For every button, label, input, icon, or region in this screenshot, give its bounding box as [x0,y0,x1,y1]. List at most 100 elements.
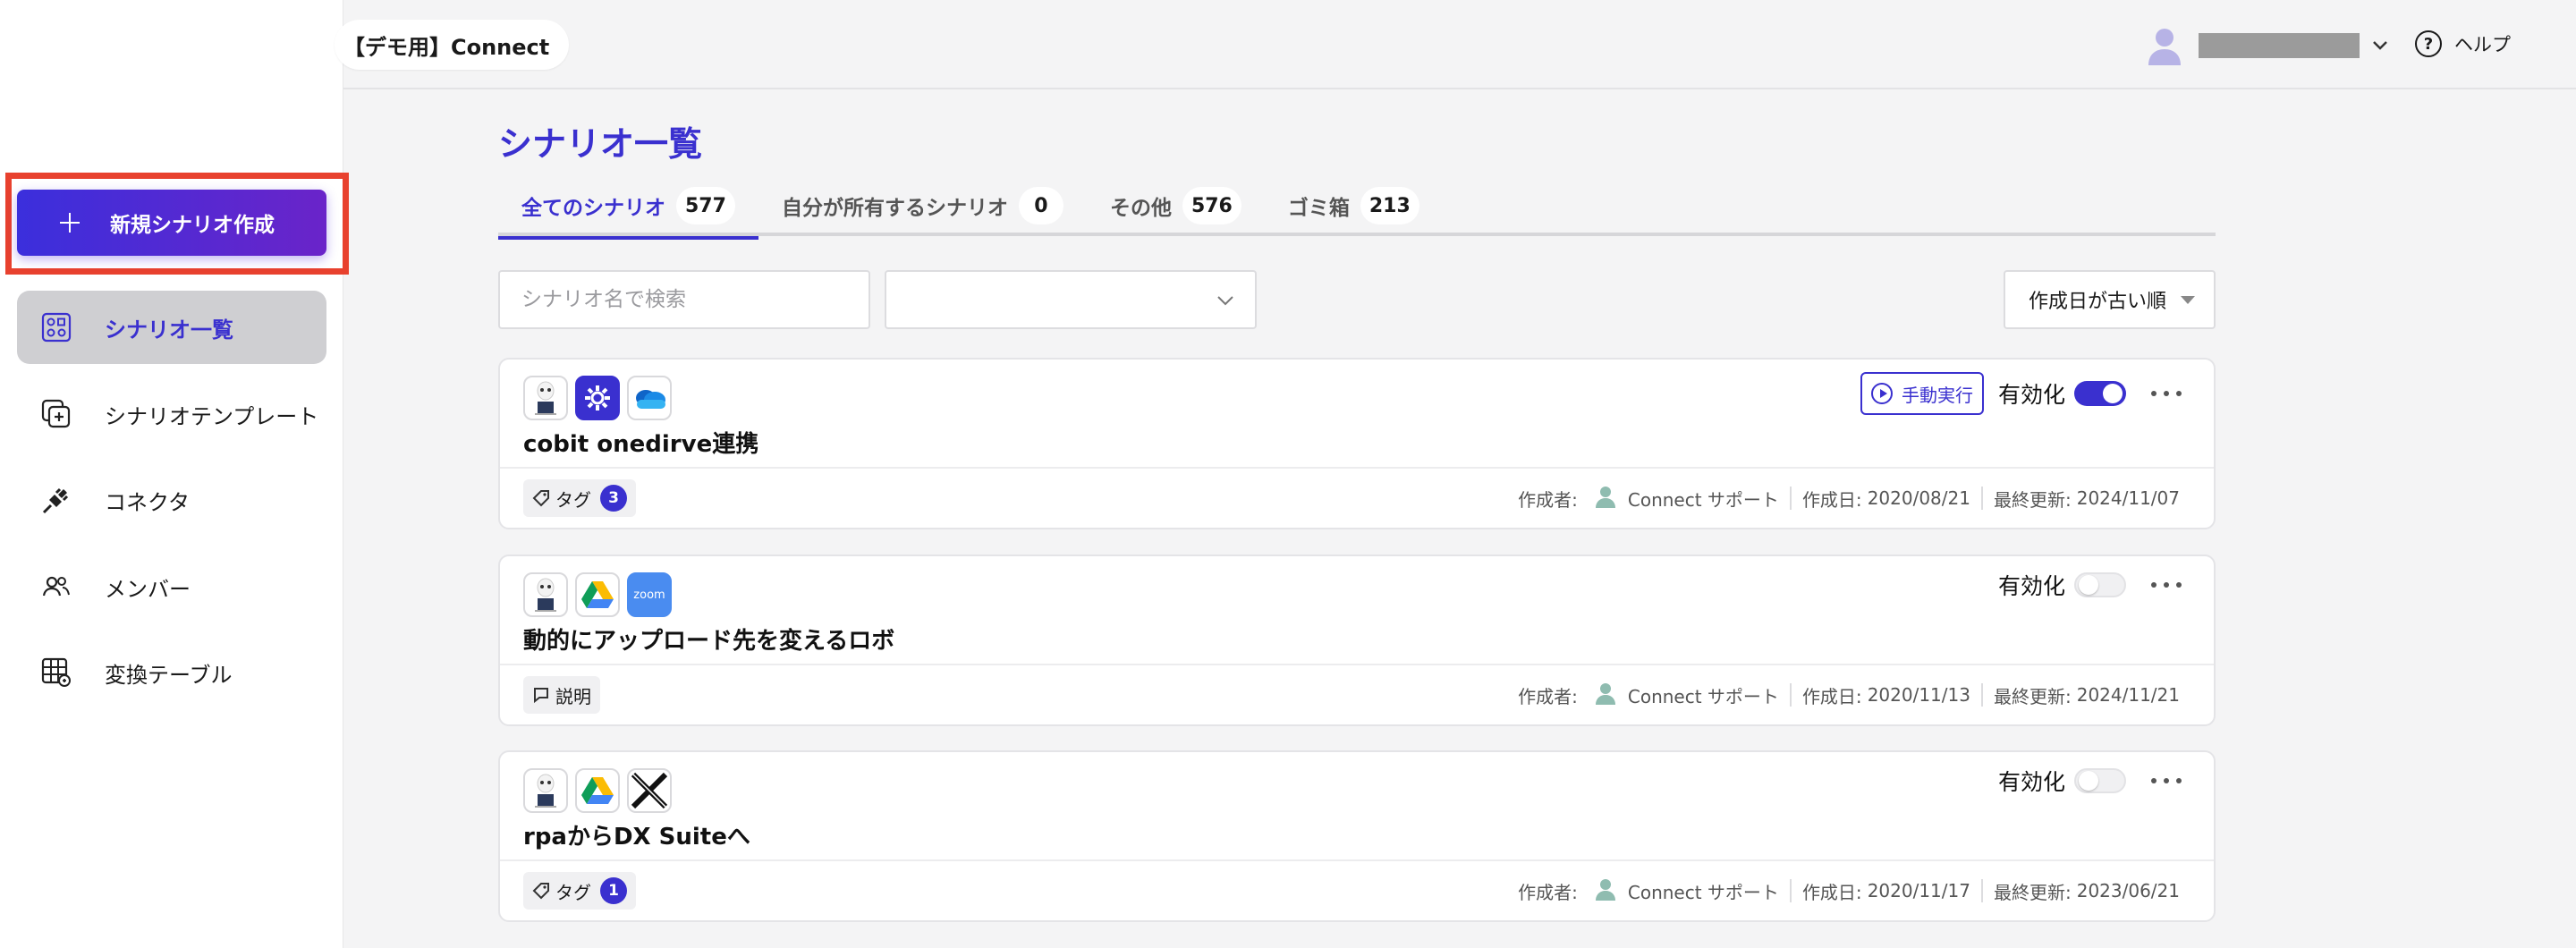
scenario-tabs: 全てのシナリオ 577 自分が所有するシナリオ 0 その他 576 ゴミ箱 21… [498,175,2216,240]
tag-icon [532,883,549,900]
sidebar-item-scenario-list[interactable]: シナリオ一覧 [17,291,326,364]
tab-label: 自分が所有するシナリオ [781,197,1008,220]
tag-label: タグ [555,881,591,903]
tab-others[interactable]: その他 576 [1087,175,1265,236]
updated-label: 最終更新: [1993,685,2072,707]
enable-toggle[interactable] [2074,768,2126,793]
tag-badge[interactable]: タグ 1 [523,872,636,910]
card-divider [500,467,2214,469]
enable-label: 有効化 [1997,573,2065,599]
robot-icon [523,572,568,617]
sidebar-item-label: シナリオテンプレート [105,403,319,429]
enable-toggle[interactable] [2074,572,2126,597]
tag-icon [532,490,549,507]
more-options-icon[interactable] [2151,380,2182,407]
tab-trash[interactable]: ゴミ箱 213 [1265,175,1443,236]
play-icon [1870,383,1893,404]
connector-icons [523,768,679,813]
tag-badge[interactable]: タグ 3 [523,479,636,517]
scenario-title[interactable]: cobit onedirve連携 [523,426,758,459]
chevron-down-icon [1217,296,1233,306]
sidebar-item-templates[interactable]: シナリオテンプレート [17,377,326,451]
tab-label: その他 [1109,197,1172,220]
robot-icon [523,768,568,813]
user-name-redacted [2199,33,2360,58]
created-date: 2020/11/17 [1867,880,1970,901]
creator-label: 作成者: [1518,685,1578,707]
google-drive-icon [575,768,620,813]
filter-select[interactable] [885,270,1257,329]
tag-label: タグ [555,488,591,511]
tab-label: ゴミ箱 [1287,197,1350,220]
new-scenario-label: 新規シナリオ作成 [110,214,275,237]
robot-icon [523,376,568,420]
card-divider [500,664,2214,665]
created-label: 作成日: [1801,881,1862,903]
scenario-title[interactable]: 動的にアップロード先を変えるロボ [523,622,894,656]
creator-avatar-icon [1595,683,1615,705]
created-label: 作成日: [1801,488,1862,511]
updated-date: 2023/06/21 [2076,880,2180,901]
chevron-down-icon [2373,41,2387,50]
plus-icon [60,213,80,233]
scenario-card[interactable]: zoom 有効化 動的にアップロード先を変えるロボ 説明 作成者: Connec… [498,554,2216,726]
meta-separator [1980,487,1983,510]
creator-label: 作成者: [1518,488,1578,511]
tab-count: 0 [1018,187,1063,224]
manual-run-label: 手動実行 [1901,384,1973,406]
scenario-meta: 作成者: Connect サポート 作成日: 2020/11/17 最終更新: … [1518,877,2180,904]
zoom-icon: zoom [627,572,672,617]
created-label: 作成日: [1801,685,1862,707]
page-title: シナリオ一覧 [498,124,703,164]
top-header: 【デモ用】Connect ? ヘルプ [335,0,2576,89]
creator-avatar-icon [1595,487,1615,508]
help-label: ヘルプ [2454,34,2511,55]
sidebar-item-connectors[interactable]: コネクタ [17,463,326,537]
enable-label: 有効化 [1997,382,2065,408]
card-divider [500,859,2214,861]
scenario-grid-icon [40,311,72,343]
connector-icons [523,376,679,420]
sidebar-item-members[interactable]: メンバー [17,550,326,623]
tab-all-scenarios[interactable]: 全てのシナリオ 577 [498,175,758,240]
user-menu[interactable] [2147,25,2388,66]
user-avatar-icon [2148,29,2181,65]
description-label: 説明 [555,685,591,707]
zoom-logo-text: zoom [633,588,665,602]
updated-date: 2024/11/07 [2076,487,2180,509]
sort-select[interactable]: 作成日が古い順 [2004,270,2216,329]
scenario-card[interactable]: 手動実行 有効化 cobit onedirve連携 タグ 3 作成者: Conn… [498,358,2216,529]
comment-icon [534,688,548,704]
updated-date: 2024/11/21 [2076,684,2180,706]
meta-separator [1980,683,1983,707]
card-actions: 有効化 [1998,765,2182,797]
scenario-card[interactable]: 有効化 rpaからDX Suiteへ タグ 1 作成者: Connect サポー… [498,750,2216,922]
creator-name: Connect サポート [1627,488,1779,511]
tab-count: 213 [1360,187,1419,224]
tag-count: 3 [600,485,627,512]
meta-separator [1789,879,1792,902]
card-actions: 有効化 [1998,569,2182,601]
sidebar-item-label: メンバー [105,576,191,602]
description-badge[interactable]: 説明 [523,676,600,714]
help-link[interactable]: ? ヘルプ [2415,30,2511,57]
sidebar-item-conversion-table[interactable]: 変換テーブル [17,636,326,709]
scenario-title[interactable]: rpaからDX Suiteへ [523,818,750,851]
meta-separator [1789,683,1792,707]
scenario-search-input[interactable] [498,270,870,329]
enable-toggle[interactable] [2074,381,2126,406]
manual-run-button[interactable]: 手動実行 [1860,372,1984,415]
scenario-meta: 作成者: Connect サポート 作成日: 2020/08/21 最終更新: … [1518,485,2180,512]
more-options-icon[interactable] [2151,767,2182,794]
new-scenario-button[interactable]: 新規シナリオ作成 [17,190,326,256]
tab-my-scenarios[interactable]: 自分が所有するシナリオ 0 [758,175,1087,236]
gear-app-icon [575,376,620,420]
sidebar: 新規シナリオ作成 シナリオ一覧 シナリオテンプレート コネクタ メンバー 変換テ… [0,0,349,948]
meta-separator [1789,487,1792,510]
scenario-meta: 作成者: Connect サポート 作成日: 2020/11/13 最終更新: … [1518,681,2180,708]
card-actions: 手動実行 有効化 [1860,372,2182,415]
caret-down-icon [2181,295,2196,304]
more-options-icon[interactable] [2151,571,2182,598]
org-switcher[interactable]: 【デモ用】Connect [335,20,570,70]
sort-label: 作成日が古い順 [2029,291,2167,313]
